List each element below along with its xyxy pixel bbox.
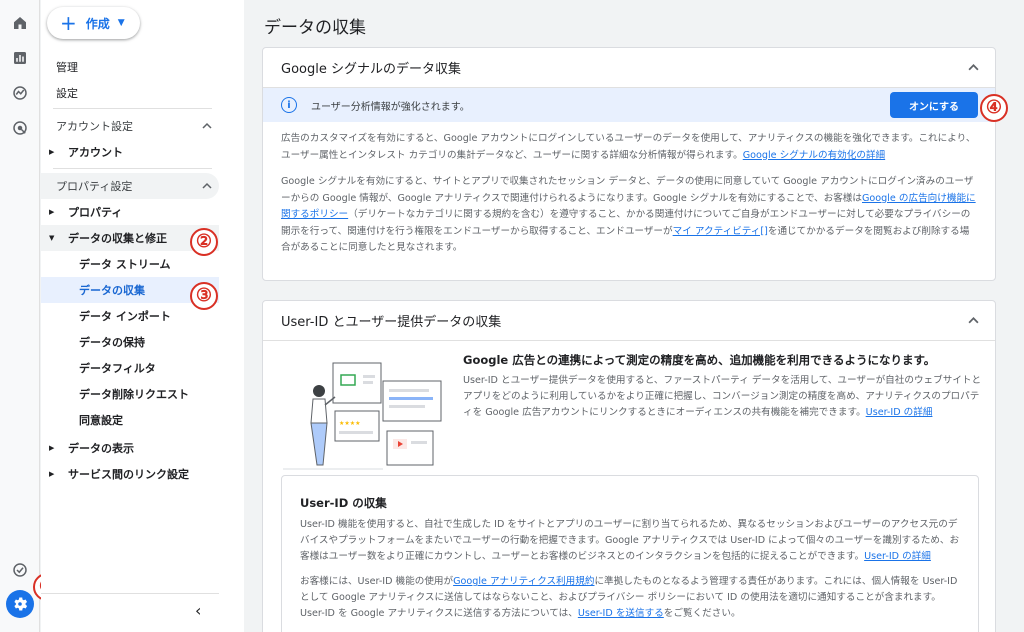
marker-2: ②: [190, 228, 218, 256]
expand-arrow-icon: ▶: [49, 444, 55, 452]
left-rail: [0, 0, 40, 632]
account-settings-section[interactable]: アカウント設定: [41, 113, 219, 139]
inner-paragraphs: User-ID 機能を使用すると、自社で生成した ID をサイトとアプリのユーザ…: [300, 517, 965, 622]
nav-sub-label: データ削除リクエスト: [79, 388, 189, 401]
user-id-collection-panel: User-ID の収集 User-ID 機能を使用すると、自社で生成した ID …: [281, 475, 979, 632]
chevron-up-icon: [202, 181, 212, 189]
uid-details-link[interactable]: User-ID の詳細: [864, 551, 931, 562]
inner-paragraph-2: お客様には、User-ID 機能の使用がGoogle アナリティクス利用規約に準…: [300, 574, 965, 622]
property-settings-label: プロパティ設定: [56, 180, 133, 193]
account-settings-label: アカウント設定: [56, 120, 133, 133]
expand-arrow-icon: ▶: [49, 470, 55, 478]
nav-sub-data-deletion[interactable]: データ削除リクエスト: [41, 381, 219, 407]
nav-sub-data-stream[interactable]: データ ストリーム: [41, 251, 219, 277]
property-settings-section[interactable]: プロパティ設定: [41, 173, 219, 199]
nav-sub-label: データの保持: [79, 336, 145, 349]
collapse-nav-chevron-icon[interactable]: ‹: [195, 601, 201, 620]
settings-gear-icon[interactable]: [6, 590, 34, 618]
caret-down-icon: ▼: [117, 18, 125, 28]
task-check-icon[interactable]: [10, 560, 30, 580]
nav-sub-label: データ インポート: [79, 310, 171, 323]
plus-icon: +: [60, 11, 77, 35]
uid-paragraph: User-ID とユーザー提供データを使用すると、ファーストパーティ データを活…: [463, 373, 983, 421]
card-title: Google シグナルのデータ収集: [281, 62, 461, 77]
paragraph-text: User-ID 機能を使用すると、自社で生成した ID をサイトとアプリのユーザ…: [300, 519, 960, 562]
signals-paragraph-2: Google シグナルを有効にすると、サイトとアプリで収集されたセッション デー…: [263, 174, 995, 257]
chevron-up-icon[interactable]: [968, 315, 979, 330]
page-title: データの収集: [264, 18, 366, 38]
expand-arrow-icon: ▶: [49, 208, 55, 216]
user-data-illustration: ★★★★: [283, 353, 448, 471]
card-title: User-ID とユーザー提供データの収集: [281, 315, 502, 330]
turn-on-button[interactable]: オンにする: [890, 92, 978, 118]
nav-item-data-display[interactable]: ▶ データの表示: [41, 435, 219, 461]
settings-label[interactable]: 設定: [56, 85, 78, 101]
create-button[interactable]: + 作成 ▼: [47, 7, 140, 39]
paragraph-text: をご覧ください。: [663, 608, 741, 619]
nav-item-label: プロパティ: [68, 206, 123, 219]
google-signals-card: Google シグナルのデータ収集 i ユーザー分析情報が強化されます。 オンに…: [262, 47, 996, 281]
nav-item-label: アカウント: [68, 146, 123, 159]
home-icon[interactable]: [10, 13, 30, 33]
nav-sub-label: データフィルタ: [79, 362, 156, 375]
signals-paragraph-1: 広告のカスタマイズを有効にすると、Google アカウントにログインしているユー…: [263, 131, 995, 164]
uid-learn-more-link[interactable]: User-ID の詳細: [866, 407, 933, 418]
card-header[interactable]: User-ID とユーザー提供データの収集: [263, 301, 995, 341]
nav-item-product-links[interactable]: ▶ サービス間のリンク設定: [41, 461, 219, 487]
divider: [41, 593, 219, 594]
nav-sub-label: 同意設定: [79, 414, 123, 427]
nav-sub-label: データの収集: [79, 284, 145, 297]
nav-item-label: サービス間のリンク設定: [68, 468, 189, 481]
info-icon: i: [281, 97, 297, 113]
nav-sub-consent[interactable]: 同意設定: [41, 407, 219, 433]
collapse-arrow-icon: ▼: [49, 234, 55, 242]
inner-heading: User-ID の収集: [300, 496, 387, 510]
chevron-up-icon: [202, 121, 212, 129]
info-text: ユーザー分析情報が強化されます。: [311, 101, 470, 113]
send-uid-link[interactable]: User-ID を送信する: [578, 608, 664, 619]
main-content: データの収集 Google シグナルのデータ収集 i ユーザー分析情報が強化され…: [262, 0, 1024, 632]
admin-nav: + 作成 ▼ 管理 設定 アカウント設定 ▶ アカウント プロパティ設定 ▶ プ…: [41, 0, 244, 632]
info-banner: i ユーザー分析情報が強化されます。 オンにする: [263, 88, 995, 122]
card-header[interactable]: Google シグナルのデータ収集: [263, 48, 995, 88]
marker-3: ③: [190, 282, 218, 310]
chevron-up-icon[interactable]: [968, 62, 979, 77]
ga-terms-link[interactable]: Google アナリティクス利用規約: [453, 576, 594, 587]
nav-sub-data-import[interactable]: データ インポート: [41, 303, 219, 329]
expand-arrow-icon: ▶: [49, 148, 55, 156]
my-activity-link[interactable]: マイ アクティビティ[]: [673, 226, 768, 237]
create-label: 作成: [85, 16, 110, 31]
nav-item-property[interactable]: ▶ プロパティ: [41, 199, 219, 225]
explore-icon[interactable]: [10, 83, 30, 103]
nav-sub-label: データ ストリーム: [79, 258, 171, 271]
uid-heading: Google 広告との連携によって測定の精度を高め、追加機能を利用できるようにな…: [463, 353, 936, 367]
nav-item-label: データの表示: [68, 442, 134, 455]
divider: [53, 108, 212, 109]
advertising-icon[interactable]: [10, 118, 30, 138]
reports-icon[interactable]: [10, 48, 30, 68]
nav-item-account[interactable]: ▶ アカウント: [41, 139, 219, 165]
nav-item-label: データの収集と修正: [68, 232, 167, 245]
inner-paragraph-1: User-ID 機能を使用すると、自社で生成した ID をサイトとアプリのユーザ…: [300, 517, 965, 565]
svg-text:★★★★: ★★★★: [339, 420, 361, 427]
signals-learn-more-link[interactable]: Google シグナルの有効化の詳細: [743, 150, 885, 161]
nav-sub-data-retention[interactable]: データの保持: [41, 329, 219, 355]
user-id-card: User-ID とユーザー提供データの収集 ★★★★ Google 広告との連携…: [262, 300, 996, 632]
marker-4: ④: [980, 94, 1008, 122]
paragraph-text: お客様には、User-ID 機能の使用が: [300, 576, 454, 587]
divider: [53, 168, 212, 169]
admin-label[interactable]: 管理: [56, 59, 78, 75]
nav-sub-data-filter[interactable]: データフィルタ: [41, 355, 219, 381]
